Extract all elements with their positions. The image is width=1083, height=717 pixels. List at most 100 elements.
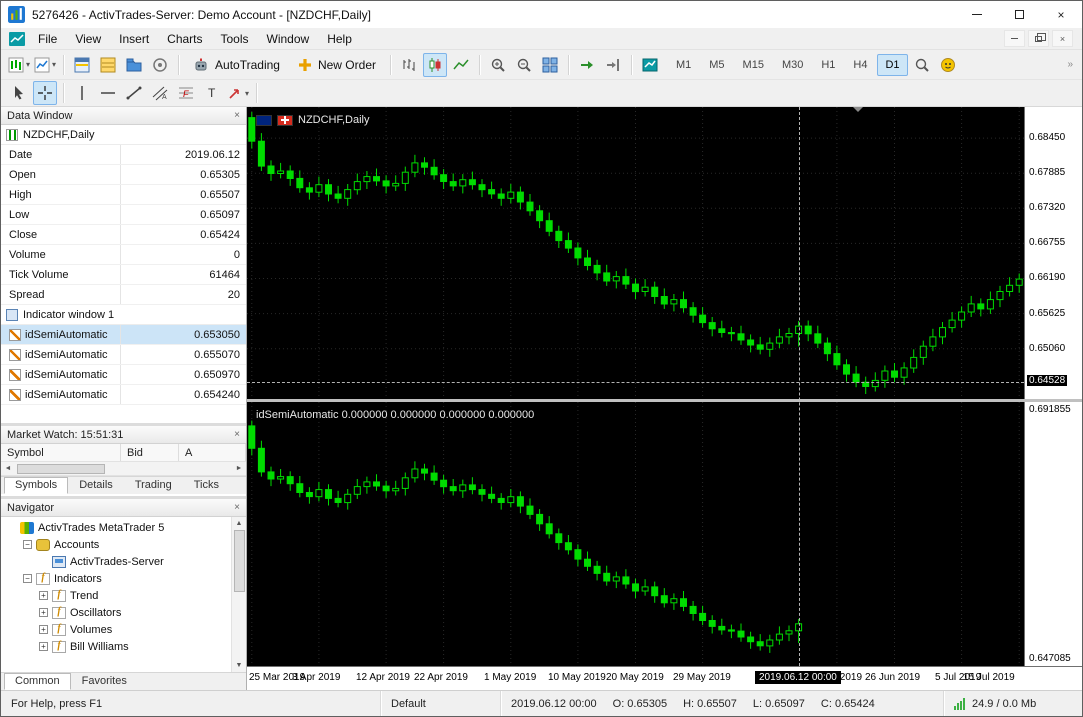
expand-icon[interactable]: + <box>39 608 48 617</box>
minimize-button[interactable] <box>956 1 998 28</box>
status-profile[interactable]: Default <box>381 691 501 716</box>
menu-help[interactable]: Help <box>318 30 361 48</box>
data-window-indicator-row-2[interactable]: idSemiAutomatic 0.650970 <box>1 365 246 385</box>
navigator-vscrollbar[interactable]: ▲ ▼ <box>231 517 246 672</box>
navigator-tab-favorites[interactable]: Favorites <box>71 673 138 690</box>
navigator-button[interactable] <box>122 53 146 77</box>
collapse-icon[interactable]: − <box>23 574 32 583</box>
scroll-left-icon[interactable]: ◄ <box>1 465 15 472</box>
data-window-row-close[interactable]: Close 0.65424 <box>1 225 246 245</box>
market-watch-tab-trading[interactable]: Trading <box>124 477 183 494</box>
data-window-row-low[interactable]: Low 0.65097 <box>1 205 246 225</box>
navigator-item-indicators[interactable]: −Indicators <box>1 570 231 587</box>
tile-windows-button[interactable] <box>538 53 562 77</box>
expand-icon[interactable]: + <box>39 642 48 651</box>
scroll-up-icon[interactable]: ▲ <box>236 517 243 530</box>
market-watch-titlebar[interactable]: Market Watch: 15:51:31 × <box>1 426 246 444</box>
expand-icon[interactable]: + <box>39 591 48 600</box>
data-window-row-high[interactable]: High 0.65507 <box>1 185 246 205</box>
cursor-tool-button[interactable] <box>7 81 31 105</box>
data-window-row-tick-volume[interactable]: Tick Volume 61464 <box>1 265 246 285</box>
horizontal-line-tool-button[interactable] <box>96 81 120 105</box>
market-watch-tab-details[interactable]: Details <box>68 477 124 494</box>
timeframe-h4-button[interactable]: H4 <box>845 54 875 76</box>
collapse-icon[interactable]: − <box>23 540 32 549</box>
data-window-row-date[interactable]: Date 2019.06.12 <box>1 145 246 165</box>
timeframe-m30-button[interactable]: M30 <box>774 54 811 76</box>
indicators-button[interactable] <box>638 53 662 77</box>
toolbar-overflow-button[interactable]: » <box>1063 59 1077 70</box>
timeframe-m5-button[interactable]: M5 <box>701 54 732 76</box>
timeframe-d1-button[interactable]: D1 <box>877 53 908 76</box>
market-watch-button[interactable] <box>70 53 94 77</box>
navigator-item-trend[interactable]: +Trend <box>1 587 231 604</box>
chart-area[interactable]: NZDCHF,Daily idSemiAutomatic 0.000000 0.… <box>247 107 1082 690</box>
new-chart-button[interactable]: ▾ <box>7 53 31 77</box>
crosshair-tool-button[interactable] <box>33 81 57 105</box>
timeframe-h1-button[interactable]: H1 <box>813 54 843 76</box>
column-header-a[interactable]: A <box>179 444 246 461</box>
chart-restore-button[interactable] <box>1028 30 1049 47</box>
data-window-indicator-row-1[interactable]: idSemiAutomatic 0.655070 <box>1 345 246 365</box>
navigator-item-oscillators[interactable]: +Oscillators <box>1 604 231 621</box>
navigator-tab-common[interactable]: Common <box>4 673 71 690</box>
data-window-indicator-row-3[interactable]: idSemiAutomatic 0.654240 <box>1 385 246 405</box>
timeframe-m15-button[interactable]: M15 <box>735 54 772 76</box>
price-scale-main[interactable]: 0.68450 0.67885 0.67320 0.66755 0.66190 0.656… <box>1024 107 1082 399</box>
chart-shift-button[interactable] <box>601 53 625 77</box>
timeframe-m1-button[interactable]: M1 <box>668 54 699 76</box>
maximize-button[interactable] <box>998 1 1040 28</box>
search-button[interactable] <box>910 53 934 77</box>
main-price-chart[interactable] <box>247 107 1024 399</box>
market-watch-tab-ticks[interactable]: Ticks <box>183 477 230 494</box>
navigator-item-activtrades-metatrader-5[interactable]: ActivTrades MetaTrader 5 <box>1 519 231 536</box>
vertical-line-tool-button[interactable] <box>70 81 94 105</box>
menu-window[interactable]: Window <box>258 30 319 48</box>
auto-scroll-button[interactable] <box>575 53 599 77</box>
zoom-in-button[interactable] <box>486 53 510 77</box>
equidistant-channel-tool-button[interactable]: A <box>148 81 172 105</box>
data-window-titlebar[interactable]: Data Window × <box>1 107 246 125</box>
data-window-button[interactable] <box>96 53 120 77</box>
menu-file[interactable]: File <box>29 30 66 48</box>
arrows-tool-button[interactable]: ▾ <box>226 81 250 105</box>
menu-charts[interactable]: Charts <box>158 30 211 48</box>
column-header-symbol[interactable]: Symbol <box>1 444 121 461</box>
toolbox-button[interactable] <box>148 53 172 77</box>
navigator-titlebar[interactable]: Navigator × <box>1 499 246 517</box>
vscroll-thumb[interactable] <box>233 530 245 592</box>
panel-splitter[interactable] <box>247 399 1082 402</box>
data-window-close-icon[interactable]: × <box>234 110 240 121</box>
price-scale-indicator[interactable]: 0.691855 0.647085 <box>1024 402 1082 666</box>
navigator-item-bill-williams[interactable]: +Bill Williams <box>1 638 231 655</box>
chart-shift-marker[interactable] <box>853 107 863 117</box>
navigator-item-accounts[interactable]: − Accounts <box>1 536 231 553</box>
expand-icon[interactable]: + <box>39 625 48 634</box>
data-window-row-open[interactable]: Open 0.65305 <box>1 165 246 185</box>
hscroll-thumb[interactable] <box>17 463 105 474</box>
data-window-symbol-row[interactable]: NZDCHF,Daily <box>1 125 246 145</box>
community-button[interactable] <box>936 53 960 77</box>
bar-chart-button[interactable] <box>397 53 421 77</box>
market-watch-hscrollbar[interactable]: ◄ ► <box>1 462 246 476</box>
market-watch-tab-symbols[interactable]: Symbols <box>4 477 69 494</box>
text-tool-button[interactable]: T <box>200 81 224 105</box>
menu-tools[interactable]: Tools <box>212 30 258 48</box>
scroll-right-icon[interactable]: ► <box>232 465 246 472</box>
zoom-out-button[interactable] <box>512 53 536 77</box>
data-window-row-volume[interactable]: Volume 0 <box>1 245 246 265</box>
indicator-subwindow-chart[interactable] <box>247 402 1024 666</box>
new-order-button[interactable]: New Order <box>289 53 385 77</box>
data-window-row-spread[interactable]: Spread 20 <box>1 285 246 305</box>
menu-insert[interactable]: Insert <box>110 30 158 48</box>
line-chart-button[interactable] <box>449 53 473 77</box>
market-watch-close-icon[interactable]: × <box>234 429 240 440</box>
close-button[interactable]: × <box>1040 1 1082 28</box>
fibonacci-tool-button[interactable]: F <box>174 81 198 105</box>
navigator-item-volumes[interactable]: +Volumes <box>1 621 231 638</box>
scroll-down-icon[interactable]: ▼ <box>236 659 243 672</box>
candlestick-chart-button[interactable] <box>422 52 447 77</box>
status-connection[interactable]: 24.9 / 0.0 Mb <box>944 691 1082 716</box>
column-header-bid[interactable]: Bid <box>121 444 179 461</box>
profiles-button[interactable]: ▾ <box>33 53 57 77</box>
